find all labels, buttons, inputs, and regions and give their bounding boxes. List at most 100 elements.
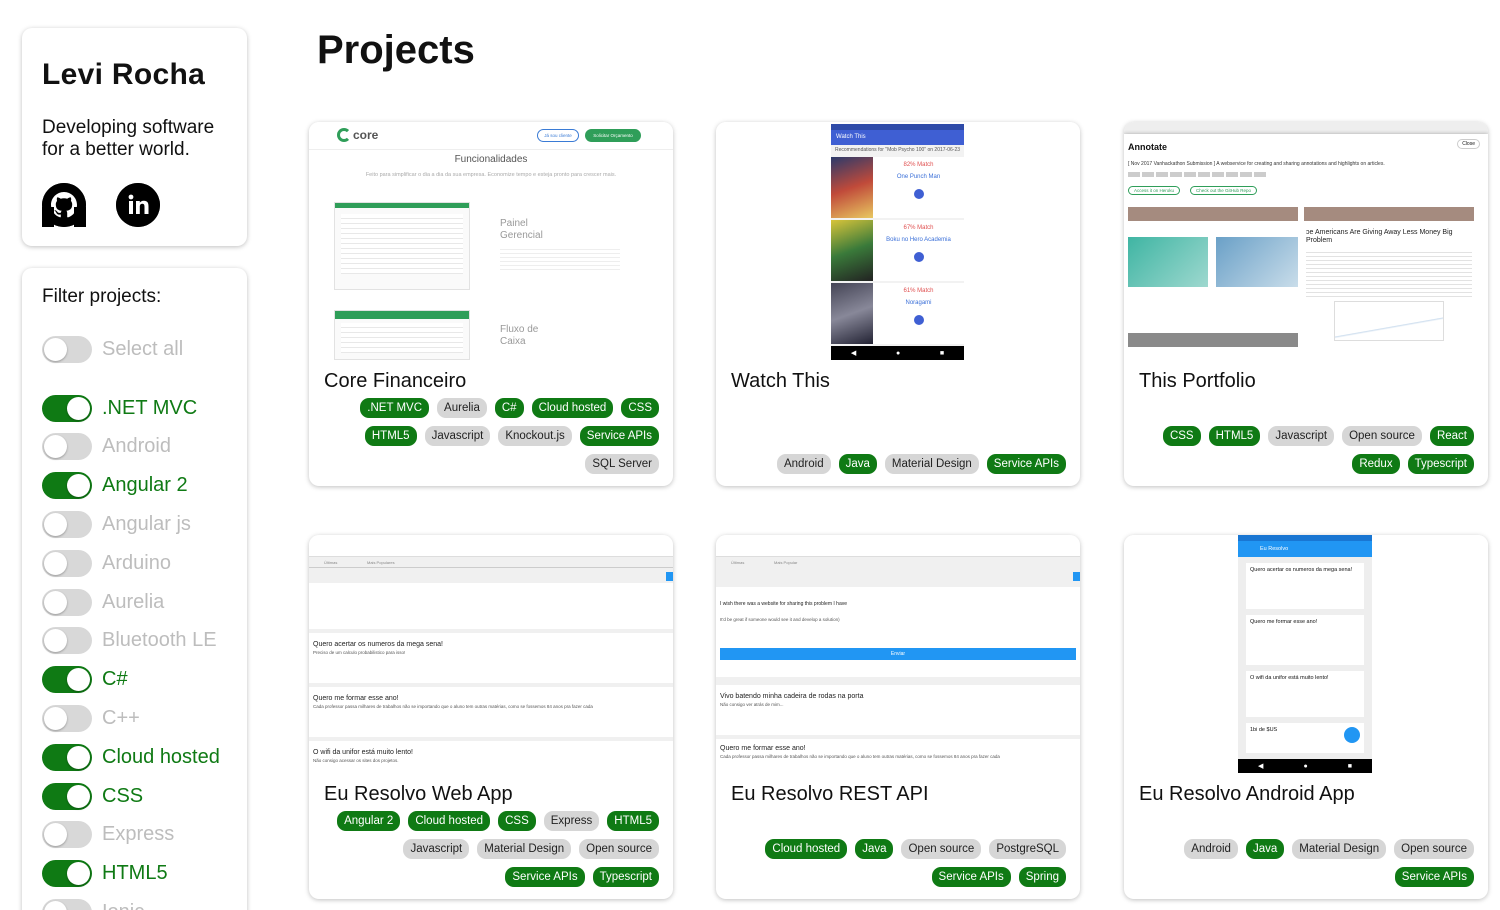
filter-item[interactable]: Bluetooth LE [42, 622, 227, 661]
tech-tag: CSS [621, 398, 659, 418]
project-name: This Portfolio [1139, 370, 1256, 392]
github-icon[interactable] [42, 183, 86, 227]
recents-icon: ■ [1347, 762, 1352, 770]
filter-label: HTML5 [102, 862, 168, 885]
toggle-switch[interactable] [42, 705, 92, 733]
tech-tag: Cloud hosted [531, 398, 614, 418]
tech-tag: Spring [1018, 867, 1066, 887]
tech-tag: CSS [498, 811, 536, 831]
filter-item[interactable]: C++ [42, 699, 227, 738]
project-card[interactable]: Eu Resolvo Quero acertar os numeros da m… [1124, 535, 1488, 899]
recommendation-item: 67% Match Boku no Hero Academia [831, 220, 964, 281]
filter-item[interactable]: CSS [42, 777, 227, 816]
tech-tag: Typescript [1407, 454, 1474, 474]
project-thumbnail: Watch This Recommendations for "Mob Psyc… [716, 122, 1080, 360]
toggle-switch[interactable] [42, 821, 92, 849]
filter-label: Angular 2 [102, 474, 188, 497]
tech-tag: Knockout.js [498, 426, 572, 446]
tech-tag: CSS [1162, 426, 1201, 446]
filter-item[interactable]: HTML5 [42, 854, 227, 893]
filter-item[interactable]: C# [42, 660, 227, 699]
tech-tag: Service APIs [579, 426, 659, 446]
tech-tag: Open source [1394, 839, 1474, 859]
social-links [42, 183, 227, 227]
project-card[interactable]: core Já sou cliente Solicitar Orçamento … [309, 122, 673, 486]
tech-tag: Open source [901, 839, 982, 859]
tech-tag: Cloud hosted [408, 811, 491, 831]
filter-item[interactable]: Cloud hosted [42, 738, 227, 777]
toggle-switch[interactable] [42, 860, 92, 888]
back-icon: ◀ [1258, 763, 1264, 770]
filter-item[interactable]: Angular 2 [42, 466, 227, 505]
tech-tag: HTML5 [364, 426, 417, 446]
filter-item[interactable]: Ionic [42, 893, 227, 910]
globe-icon[interactable] [913, 189, 924, 199]
filter-label: Cloud hosted [102, 745, 220, 768]
poster-image [831, 283, 873, 344]
toggle-switch[interactable] [42, 627, 92, 655]
project-card[interactable]: Últimas Mais Populares Quero acertar os … [309, 535, 673, 899]
tech-tag: Open source [579, 839, 659, 859]
project-tags: .NET MVC Aurelia C# Cloud hosted CSS HTML5 Jav… [319, 398, 659, 474]
toggle-switch[interactable] [42, 511, 92, 539]
toggle-switch[interactable] [42, 433, 92, 461]
linkedin-icon[interactable] [116, 183, 160, 227]
project-tags: Cloud hosted Java Open source PostgreSQL Ser… [726, 839, 1066, 887]
project-thumbnail: Annotate Close [ Nov 2017 Vanhackathon S… [1124, 122, 1488, 360]
tech-tag: Android [776, 454, 831, 474]
toggle-switch[interactable] [42, 743, 92, 771]
tech-tag: SQL Server [585, 454, 659, 474]
filter-list: .NET MVC Android Angular 2 Angular js Arduin… [42, 389, 227, 910]
profile-card: Levi Rocha Developing software for a bet… [22, 28, 247, 246]
project-card[interactable]: Watch This Recommendations for "Mob Psyc… [716, 122, 1080, 486]
project-card[interactable]: Annotate Close [ Nov 2017 Vanhackathon S… [1124, 122, 1488, 486]
filter-item[interactable]: .NET MVC [42, 389, 227, 428]
tech-tag: Java [1245, 839, 1285, 859]
toggle-switch[interactable] [42, 782, 92, 810]
profile-tagline: Developing software for a better world. [42, 117, 215, 160]
tech-tag: .NET MVC [360, 398, 430, 418]
recommendation-item: 82% Match One Punch Man [831, 157, 964, 218]
filter-item[interactable]: Android [42, 428, 227, 467]
project-tags: Android Java Material Design Open source Ser… [1134, 839, 1474, 887]
filter-item[interactable]: Angular js [42, 505, 227, 544]
filter-item[interactable]: Express [42, 816, 227, 855]
project-name: Watch This [731, 370, 830, 392]
toggle-switch[interactable] [42, 394, 92, 422]
tech-tag: Java [855, 839, 894, 859]
toggle-switch[interactable] [42, 666, 92, 694]
toggle-switch[interactable] [42, 335, 92, 363]
filter-label: Select all [102, 337, 184, 360]
tech-tag: Material Design [1292, 839, 1387, 859]
core-logo: core [353, 128, 379, 142]
filter-label: Ionic [102, 901, 144, 910]
globe-icon[interactable] [913, 315, 924, 325]
back-icon: ◀ [850, 350, 857, 357]
filter-label: CSS [102, 784, 144, 807]
toggle-switch[interactable] [42, 588, 92, 616]
project-thumbnail: Eu Resolvo Quero acertar os numeros da m… [1124, 535, 1488, 773]
tech-tag: Angular 2 [337, 811, 401, 831]
tech-tag: Service APIs [1394, 867, 1474, 887]
tech-tag: Express [543, 811, 600, 831]
poster-image [831, 220, 873, 281]
page-title: Projects [317, 28, 475, 72]
globe-icon[interactable] [913, 252, 924, 262]
project-card[interactable]: Últimas Mais Popular I wish there was a … [716, 535, 1080, 899]
project-name: Core Financeiro [324, 370, 467, 392]
filter-label: C# [102, 668, 128, 691]
toggle-switch[interactable] [42, 899, 92, 910]
tech-tag: Aurelia [437, 398, 487, 418]
filter-item[interactable]: Arduino [42, 544, 227, 583]
project-thumbnail: Últimas Mais Populares Quero acertar os … [309, 535, 673, 773]
tech-tag: C# [494, 398, 524, 418]
toggle-switch[interactable] [42, 549, 92, 577]
tech-tag: Typescript [592, 867, 659, 887]
toggle-switch[interactable] [42, 472, 92, 500]
filter-select-all[interactable]: Select all [42, 330, 227, 369]
tech-tag: Service APIs [931, 867, 1011, 887]
filter-item[interactable]: Aurelia [42, 583, 227, 622]
tech-tag: Redux [1352, 454, 1400, 474]
tech-tag: Javascript [403, 839, 470, 859]
home-icon: ● [1303, 762, 1308, 770]
